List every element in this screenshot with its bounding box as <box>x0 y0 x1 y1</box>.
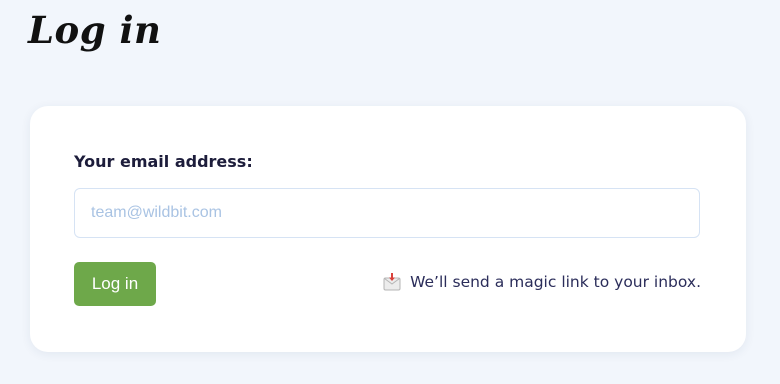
hint-text: We’ll send a magic link to your inbox. <box>410 273 701 291</box>
magic-link-hint: We’ll send a magic link to your inbox. <box>382 272 701 292</box>
login-card: Your email address: Log in We’ll send a … <box>30 106 746 352</box>
page-title: Log in <box>28 8 162 52</box>
envelope-incoming-icon <box>382 272 402 292</box>
login-button[interactable]: Log in <box>74 262 156 306</box>
email-label: Your email address: <box>74 152 253 171</box>
email-field[interactable] <box>74 188 700 238</box>
